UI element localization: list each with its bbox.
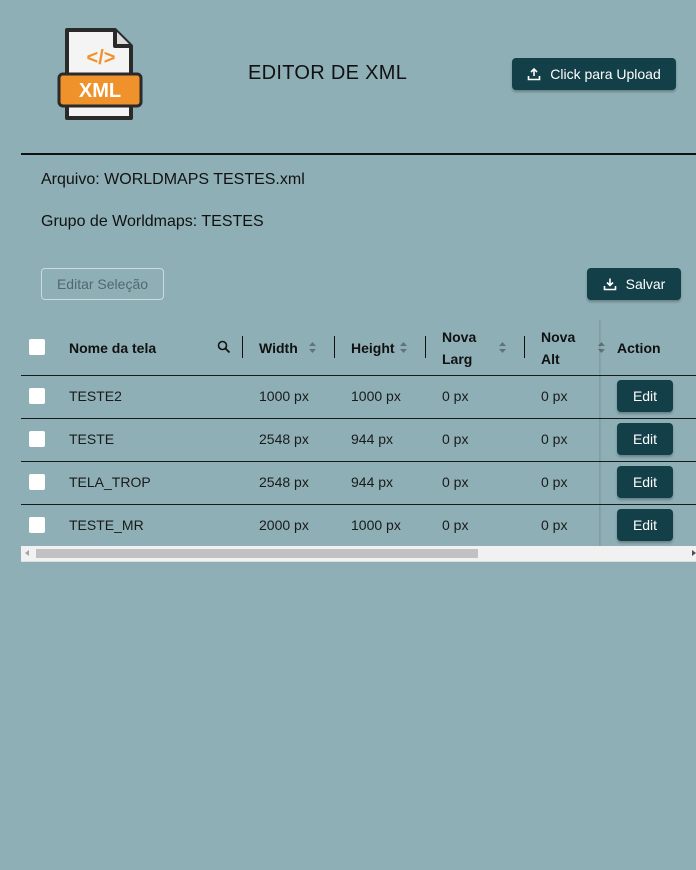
edit-row-button[interactable]: Edit (617, 380, 673, 412)
column-header-new-width[interactable]: Nova Larg (442, 320, 476, 375)
header-divider (21, 153, 696, 155)
pinned-column-shadow (599, 320, 602, 546)
grid-header: Nome da tela Width Height Nova Larg Nova A… (21, 320, 696, 376)
search-icon[interactable] (217, 340, 231, 359)
logo-xml-text: XML (79, 80, 121, 102)
cell-name: TESTE (69, 431, 115, 447)
column-separator[interactable] (425, 336, 426, 358)
column-header-action: Action (617, 320, 681, 375)
column-separator[interactable] (524, 336, 525, 358)
column-header-height[interactable]: Height (351, 320, 395, 375)
cell-new-width: 0 px (442, 431, 469, 447)
save-button[interactable]: Salvar (587, 268, 681, 300)
column-header-new-width-line2: Larg (442, 350, 473, 367)
table-row[interactable]: TESTE 2548 px 944 px 0 px 0 px Edit (21, 418, 696, 462)
cell-height: 1000 px (351, 388, 401, 404)
scrollbar-thumb[interactable] (36, 549, 478, 558)
cell-new-width: 0 px (442, 474, 469, 490)
column-separator[interactable] (242, 336, 243, 358)
table-row[interactable]: TESTE2 1000 px 1000 px 0 px 0 px Edit (21, 375, 696, 419)
cell-name: TELA_TROP (69, 474, 151, 490)
cell-height: 944 px (351, 474, 394, 490)
select-all-checkbox[interactable] (29, 339, 45, 355)
logo-code-text: </> (87, 47, 116, 69)
column-header-width[interactable]: Width (259, 320, 298, 375)
sort-icon[interactable] (498, 340, 507, 355)
row-checkbox[interactable] (29, 474, 45, 490)
edit-row-button[interactable]: Edit (617, 509, 673, 541)
data-grid: Nome da tela Width Height Nova Larg Nova A… (21, 320, 696, 562)
cell-height: 944 px (351, 431, 394, 447)
column-header-new-height-line1: Nova (541, 328, 576, 345)
cell-name: TESTE_MR (69, 517, 144, 533)
sort-icon[interactable] (399, 340, 408, 355)
table-row[interactable]: TELA_TROP 2548 px 944 px 0 px 0 px Edit (21, 461, 696, 505)
cell-new-height: 0 px (541, 474, 568, 490)
row-checkbox[interactable] (29, 388, 45, 404)
horizontal-scrollbar[interactable] (21, 546, 696, 562)
scroll-right-arrow-icon[interactable] (692, 550, 696, 556)
page-title: EDITOR DE XML (248, 62, 408, 84)
scroll-left-arrow-icon[interactable] (25, 550, 29, 556)
save-button-label: Salvar (625, 276, 666, 292)
edit-selection-button[interactable]: Editar Seleção (41, 268, 164, 300)
cell-new-width: 0 px (442, 517, 469, 533)
column-header-new-height[interactable]: Nova Alt (541, 320, 575, 375)
cell-width: 2000 px (259, 517, 309, 533)
upload-button[interactable]: Click para Upload (512, 58, 676, 90)
column-header-new-width-line1: Nova (442, 328, 477, 345)
table-row[interactable]: TESTE_MR 2000 px 1000 px 0 px 0 px Edit (21, 504, 696, 548)
group-name-text: Grupo de Worldmaps: TESTES (41, 213, 264, 230)
file-name-text: Arquivo: WORLDMAPS TESTES.xml (41, 171, 305, 188)
column-header-new-height-line2: Alt (541, 350, 560, 367)
cell-width: 2548 px (259, 431, 309, 447)
edit-row-button[interactable]: Edit (617, 466, 673, 498)
cell-new-height: 0 px (541, 388, 568, 404)
xml-file-icon: </> XML (55, 26, 145, 124)
cell-new-width: 0 px (442, 388, 469, 404)
upload-icon (527, 67, 541, 81)
column-separator[interactable] (334, 336, 335, 358)
cell-width: 2548 px (259, 474, 309, 490)
cell-new-height: 0 px (541, 517, 568, 533)
column-header-name[interactable]: Nome da tela (69, 320, 156, 375)
edit-row-button[interactable]: Edit (617, 423, 673, 455)
cell-height: 1000 px (351, 517, 401, 533)
upload-button-label: Click para Upload (550, 66, 661, 82)
cell-new-height: 0 px (541, 431, 568, 447)
download-icon (603, 277, 617, 291)
row-checkbox[interactable] (29, 517, 45, 533)
row-checkbox[interactable] (29, 431, 45, 447)
cell-width: 1000 px (259, 388, 309, 404)
sort-icon[interactable] (308, 340, 317, 355)
cell-name: TESTE2 (69, 388, 122, 404)
